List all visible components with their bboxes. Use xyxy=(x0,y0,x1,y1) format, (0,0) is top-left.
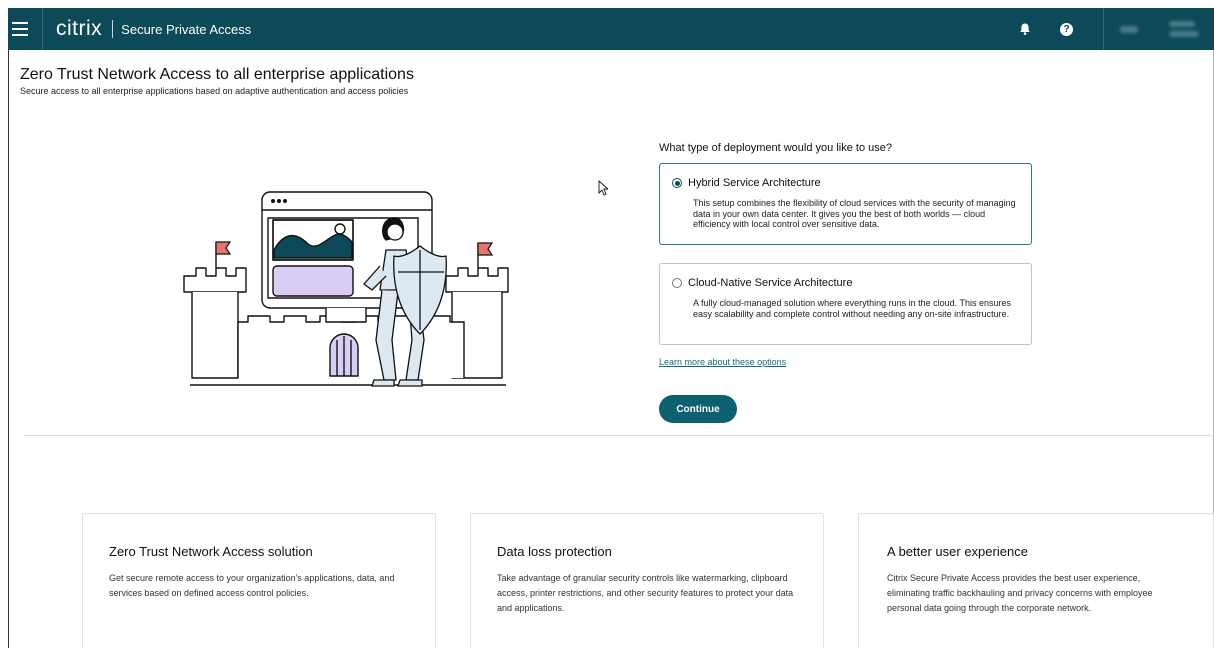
card-text: Take advantage of granular security cont… xyxy=(497,573,794,613)
mouse-cursor-icon xyxy=(598,180,608,196)
section-divider xyxy=(24,435,1214,436)
header-actions: ? xyxy=(1018,8,1214,50)
option-description: This setup combines the flexibility of c… xyxy=(693,198,1016,229)
deployment-question: What type of deployment would you like t… xyxy=(659,142,892,154)
feature-card-user-experience: A better user experience Citrix Secure P… xyxy=(858,513,1214,648)
avatar xyxy=(1119,25,1138,33)
card-text: Get secure remote access to your organiz… xyxy=(109,573,395,598)
top-navigation-bar: citrix Secure Private Access ? xyxy=(8,8,1214,50)
option-label: Cloud-Native Service Architecture xyxy=(688,277,853,289)
divider xyxy=(112,20,114,38)
card-title: A better user experience xyxy=(887,544,1028,559)
menu-icon[interactable] xyxy=(10,17,34,41)
learn-more-link[interactable]: Learn more about these options xyxy=(659,357,786,367)
option-hybrid-service-architecture[interactable]: Hybrid Service Architecture This setup c… xyxy=(659,163,1032,245)
feature-card-ztna: Zero Trust Network Access solution Get s… xyxy=(82,513,436,648)
page-subtitle: Secure access to all enterprise applicat… xyxy=(20,86,409,96)
card-title: Data loss protection xyxy=(497,544,612,559)
option-description: A fully cloud-managed solution where eve… xyxy=(693,298,1012,319)
user-info xyxy=(1168,21,1199,37)
radio-button[interactable] xyxy=(672,278,682,288)
radio-option-header: Cloud-Native Service Architecture xyxy=(672,277,852,289)
app-frame: citrix Secure Private Access ? Zero Trus… xyxy=(8,8,1214,648)
card-title: Zero Trust Network Access solution xyxy=(109,544,313,559)
page-border xyxy=(8,50,9,648)
radio-button-selected[interactable] xyxy=(672,178,682,188)
card-text: Citrix Secure Private Access provides th… xyxy=(887,573,1153,613)
divider xyxy=(42,8,43,50)
help-icon[interactable]: ? xyxy=(1060,22,1073,36)
castle-knight-illustration xyxy=(183,191,509,387)
radio-option-header: Hybrid Service Architecture xyxy=(672,177,821,189)
option-label: Hybrid Service Architecture xyxy=(688,177,821,189)
continue-button[interactable]: Continue xyxy=(659,395,737,423)
page-title: Zero Trust Network Access to all enterpr… xyxy=(20,66,414,83)
option-cloud-native-service-architecture[interactable]: Cloud-Native Service Architecture A full… xyxy=(659,263,1032,345)
feature-card-data-loss-protection: Data loss protection Take advantage of g… xyxy=(470,513,824,648)
bell-icon[interactable] xyxy=(1018,22,1032,36)
user-account-menu[interactable] xyxy=(1104,8,1214,50)
citrix-logo: citrix xyxy=(56,17,103,40)
product-name: Secure Private Access xyxy=(121,21,252,37)
